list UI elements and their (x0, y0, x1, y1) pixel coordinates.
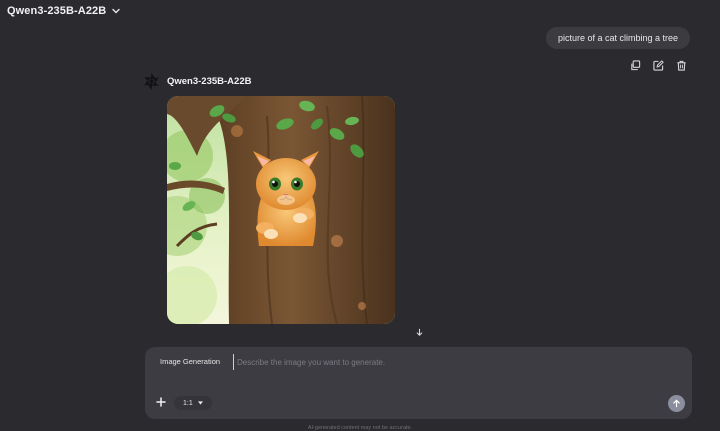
model-title: Qwen3-235B-A22B (7, 5, 107, 17)
composer: Image Generation 1:1 (145, 347, 692, 419)
add-attachment-button[interactable] (155, 396, 167, 408)
disclaimer: AI-generated content may not be accurate… (307, 425, 413, 431)
message-actions (629, 59, 688, 72)
cat-in-tree-illustration (167, 96, 395, 324)
copy-button[interactable] (629, 59, 642, 72)
arrow-up-icon (673, 399, 680, 408)
assistant-name: Qwen3-235B-A22B (167, 76, 252, 87)
user-message-bubble: picture of a cat climbing a tree (545, 27, 690, 49)
generated-image[interactable] (167, 96, 395, 324)
arrow-down-icon (416, 328, 422, 336)
aspect-ratio-select[interactable]: 1:1 (174, 396, 212, 410)
caret-down-icon (197, 401, 203, 405)
chevron-down-icon (112, 8, 121, 14)
edit-icon (653, 60, 664, 71)
aspect-ratio-value: 1:1 (183, 399, 193, 407)
prompt-input[interactable] (233, 354, 677, 370)
trash-icon (677, 60, 686, 71)
qwen-logo-icon (144, 72, 159, 91)
delete-button[interactable] (675, 59, 688, 72)
model-selector[interactable]: Qwen3-235B-A22B (7, 5, 121, 17)
assistant-header: Qwen3-235B-A22B (142, 72, 251, 91)
mode-label: Image Generation (160, 357, 221, 366)
edit-button[interactable] (652, 59, 665, 72)
copy-icon (631, 60, 641, 71)
user-message-text: picture of a cat climbing a tree (557, 33, 678, 43)
scroll-down-button[interactable] (412, 325, 426, 339)
send-button[interactable] (668, 395, 685, 412)
plus-icon (156, 397, 166, 407)
